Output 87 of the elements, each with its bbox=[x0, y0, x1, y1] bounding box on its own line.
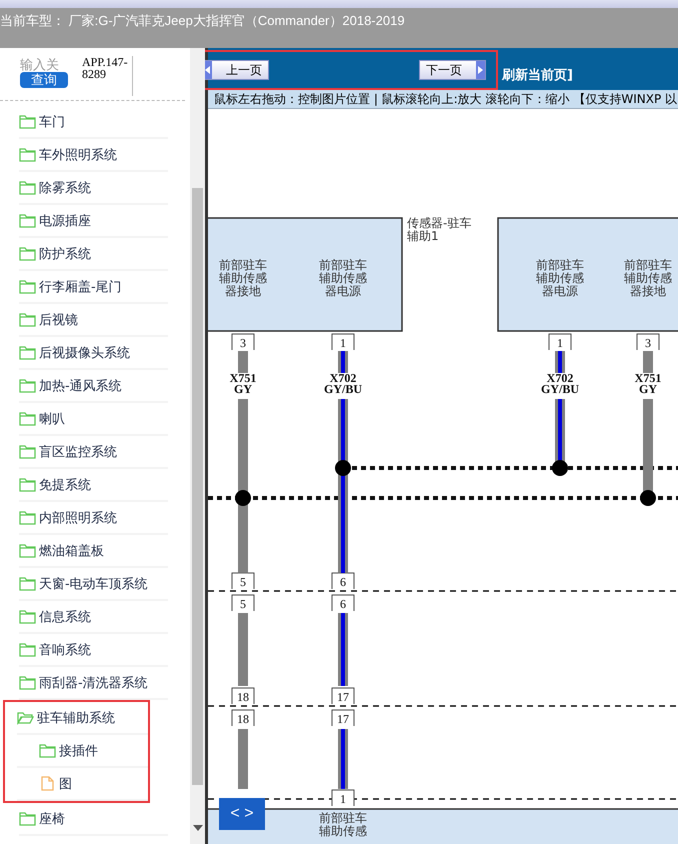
refresh-link[interactable]: 刷新当前页] bbox=[498, 66, 573, 90]
tree-item[interactable]: 防护系统 bbox=[19, 238, 168, 271]
wire bbox=[238, 351, 248, 373]
tree-item[interactable]: 盲区监控系统 bbox=[19, 436, 168, 469]
scroll-down-icon[interactable] bbox=[193, 825, 203, 831]
tree-item[interactable]: 天窗-电动车顶系统 bbox=[19, 568, 168, 601]
pin-label: 1 bbox=[548, 334, 572, 350]
folder-icon bbox=[19, 312, 36, 327]
pin-label: 17 bbox=[332, 710, 354, 726]
folder-icon bbox=[19, 114, 36, 129]
folder-icon bbox=[19, 543, 36, 558]
folder-icon bbox=[19, 279, 36, 294]
tree-item[interactable]: 车门 bbox=[19, 106, 168, 139]
open-folder-icon bbox=[17, 710, 34, 725]
vehicle-title: 当前车型： 厂家:G-广汽菲克Jeep大指挥官（Commander）2018-2019 bbox=[0, 13, 405, 28]
pin-label: 6 bbox=[332, 572, 354, 590]
pin-label: 18 bbox=[232, 688, 254, 704]
folder-icon bbox=[19, 246, 36, 261]
pin-label: 3 bbox=[232, 334, 254, 350]
previous-page-button[interactable]: 上一页 bbox=[202, 60, 269, 80]
wire bbox=[555, 351, 565, 373]
tree-item[interactable]: 加热-通风系统 bbox=[19, 370, 168, 403]
wire-code: X751 bbox=[634, 371, 662, 385]
folder-icon bbox=[19, 180, 36, 195]
document-icon bbox=[39, 776, 56, 791]
pan-button[interactable]: < > bbox=[219, 798, 265, 830]
folder-icon bbox=[19, 477, 36, 492]
pin-function-label: 前部驻车辅助传感 bbox=[319, 811, 367, 838]
tree-item[interactable]: 免提系统 bbox=[19, 469, 168, 502]
folder-icon bbox=[19, 444, 36, 459]
tree-item[interactable]: 喇叭 bbox=[19, 403, 168, 436]
folder-icon bbox=[19, 675, 36, 690]
folder-icon bbox=[19, 609, 36, 624]
folder-icon bbox=[19, 642, 36, 657]
pin-label: 17 bbox=[332, 688, 354, 704]
folder-icon bbox=[19, 411, 36, 426]
folder-icon bbox=[19, 213, 36, 228]
wire-code: X751 bbox=[230, 371, 256, 385]
folder-icon bbox=[19, 576, 36, 591]
folder-icon bbox=[19, 510, 36, 525]
pin-function-label: 前部驻车辅助传感器电源 bbox=[536, 258, 584, 298]
tree-item[interactable]: 驻车辅助系统 bbox=[17, 702, 148, 735]
tree-item[interactable]: 后视摄像头系统 bbox=[19, 337, 168, 370]
tree-item[interactable]: 内部照明系统 bbox=[19, 502, 168, 535]
folder-icon bbox=[39, 743, 56, 758]
tree-item[interactable]: 车外照明系统 bbox=[19, 139, 168, 172]
hint-bar: 鼠标左右拖动：控制图片位置 | 鼠标滚轮向上:放大 滚轮向下：缩小 【仅支持WINXP 以 bbox=[208, 90, 678, 109]
query-button[interactable]: 查询 bbox=[20, 72, 68, 88]
tree-item[interactable]: 音响系统 bbox=[19, 634, 168, 667]
tree-item[interactable]: 信息系统 bbox=[19, 601, 168, 634]
folder-icon bbox=[19, 811, 36, 826]
color-code: GY bbox=[234, 382, 252, 396]
pin-function-label: 前部驻车辅助传感器电源 bbox=[319, 258, 367, 298]
pin-label: 3 bbox=[636, 334, 660, 350]
tree-item[interactable]: 行李厢盖-尾门 bbox=[19, 271, 168, 304]
pin-function-label: 前部驻车辅助传感器接地 bbox=[624, 258, 672, 298]
tree-item[interactable]: 座椅 bbox=[19, 803, 168, 836]
folder-icon bbox=[19, 345, 36, 360]
wire bbox=[643, 351, 653, 373]
color-code: GY/BU bbox=[324, 382, 362, 396]
wire-code: X702 bbox=[330, 371, 356, 385]
pin-label: 6 bbox=[332, 594, 354, 612]
folder-icon bbox=[19, 147, 36, 162]
color-code: GY/BU bbox=[541, 382, 579, 396]
pin-label: 5 bbox=[232, 594, 254, 612]
tree-item[interactable]: 图 bbox=[17, 768, 148, 801]
pin-label: 5 bbox=[232, 572, 254, 590]
pin-label: 1 bbox=[332, 334, 354, 350]
next-page-button[interactable]: 下一页 bbox=[419, 60, 486, 80]
folder-icon bbox=[19, 378, 36, 393]
wire bbox=[238, 729, 248, 789]
tree-item[interactable]: 接插件 bbox=[17, 735, 148, 768]
pin-label: 1 bbox=[332, 790, 354, 806]
tree-item[interactable]: 雨刮器-清洗器系统 bbox=[19, 667, 168, 700]
wire-code: X702 bbox=[546, 371, 574, 385]
pin-function-label: 前部驻车辅助传感器接地 bbox=[219, 258, 267, 298]
pin-label: 18 bbox=[232, 710, 254, 726]
tree-item[interactable]: 电源插座 bbox=[19, 205, 168, 238]
phone-text: APP.147-8289 bbox=[82, 56, 133, 96]
tree-item[interactable]: 除雾系统 bbox=[19, 172, 168, 205]
wire bbox=[338, 729, 348, 789]
wire bbox=[338, 351, 348, 373]
color-code: GY bbox=[639, 382, 657, 396]
component-caption: 传感器-驻车辅助1 bbox=[407, 216, 472, 243]
scrollbar[interactable] bbox=[190, 48, 205, 844]
tree-item[interactable]: 燃油箱盖板 bbox=[19, 535, 168, 568]
tree-item[interactable]: 后视镜 bbox=[19, 304, 168, 337]
